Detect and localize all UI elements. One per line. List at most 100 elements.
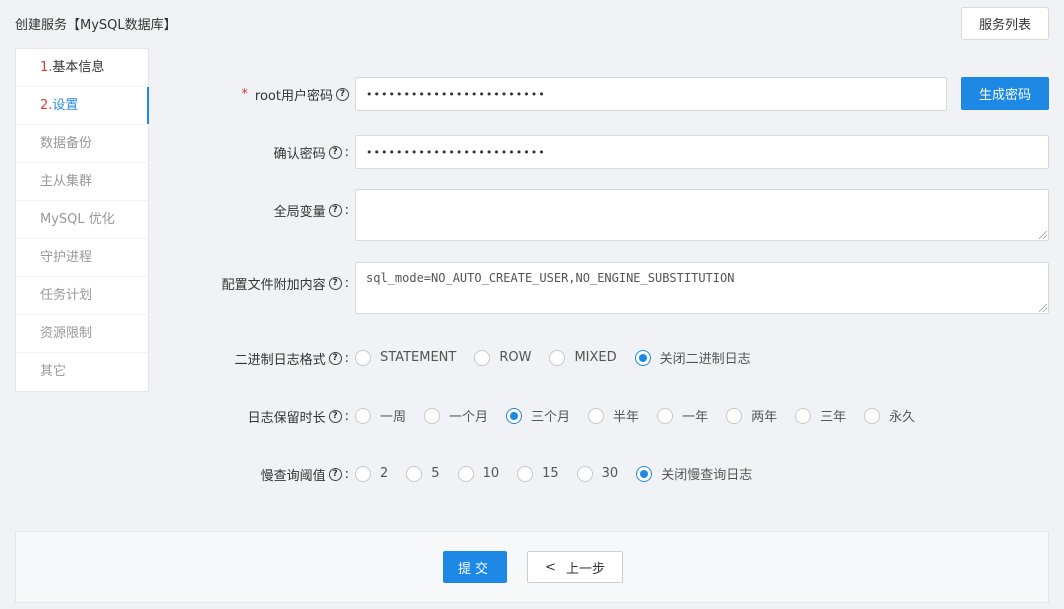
slow-query-row: 慢查询阈值?: 2 5 10 15 30 关闭慢查询日志 (150, 463, 1064, 484)
radio-one-month[interactable]: 一个月 (424, 406, 488, 425)
help-icon[interactable]: ? (328, 277, 342, 290)
generate-password-button[interactable]: 生成密码 (961, 77, 1049, 110)
help-icon[interactable]: ? (328, 352, 342, 365)
radio-three-years[interactable]: 三年 (795, 406, 846, 425)
radio-circle (864, 407, 881, 424)
radio-row[interactable]: ROW (474, 349, 531, 366)
sidebar-item-cluster[interactable]: 主从集群 (16, 163, 148, 201)
label-colon: : (344, 203, 349, 218)
sidebar-item-daemon[interactable]: 守护进程 (16, 239, 148, 277)
global-vars-row: 全局变量?: (150, 189, 1064, 241)
radio-2[interactable]: 2 (355, 465, 388, 482)
radio-label: 三个月 (531, 410, 571, 425)
radio-circle (474, 349, 491, 366)
radio-label: 5 (431, 466, 440, 481)
radio-one-week[interactable]: 一周 (355, 406, 406, 425)
radio-circle (634, 349, 651, 366)
radio-three-months[interactable]: 三个月 (506, 406, 570, 425)
radio-label: 15 (542, 466, 559, 481)
radio-30[interactable]: 30 (576, 465, 619, 482)
radio-label: 半年 (613, 410, 640, 425)
radio-5[interactable]: 5 (406, 465, 440, 482)
config-append-label: 配置文件附加内容?: (222, 274, 349, 293)
slow-query-radios: 2 5 10 15 30 关闭慢查询日志 (355, 464, 770, 483)
radio-label: 一个月 (449, 410, 489, 425)
log-retention-row: 日志保留时长?: 一周 一个月 三个月 半年 一年 两年 三年 永久 (150, 405, 1064, 426)
radio-half-year[interactable]: 半年 (588, 406, 639, 425)
label-colon: : (344, 351, 349, 366)
sidebar-item-settings[interactable]: 2.设置 (16, 87, 149, 125)
binlog-format-radios: STATEMENT ROW MIXED 关闭二进制日志 (355, 348, 769, 367)
sidebar-item-label: MySQL 优化 (40, 212, 115, 227)
global-vars-textarea[interactable] (355, 189, 1049, 241)
confirm-password-input[interactable]: •••••••••••••••••••••••• (355, 135, 1049, 169)
radio-statement[interactable]: STATEMENT (355, 349, 456, 366)
radio-disable-binlog[interactable]: 关闭二进制日志 (634, 348, 751, 367)
radio-label: 永久 (889, 410, 916, 425)
sidebar-item-resource-limit[interactable]: 资源限制 (16, 315, 148, 353)
step-sidebar: 1.基本信息 2.设置 数据备份 主从集群 MySQL 优化 守护进程 任务计划… (15, 48, 149, 392)
sidebar-item-basic-info[interactable]: 1.基本信息 (16, 49, 148, 87)
radio-mixed[interactable]: MIXED (549, 349, 617, 366)
radio-circle (517, 465, 534, 482)
radio-circle (576, 465, 593, 482)
log-retention-radios: 一周 一个月 三个月 半年 一年 两年 三年 永久 (355, 406, 933, 425)
label-colon: : (344, 145, 349, 160)
password-mask: •••••••••••••••••••••••• (366, 145, 546, 159)
radio-15[interactable]: 15 (517, 465, 559, 482)
radio-circle (457, 465, 474, 482)
radio-label: 关闭慢查询日志 (661, 468, 753, 483)
log-retention-label: 日志保留时长?: (248, 407, 349, 426)
step-number: 1. (40, 60, 53, 75)
help-icon[interactable]: ? (328, 204, 342, 217)
sidebar-item-other[interactable]: 其它 (16, 353, 148, 391)
radio-label: 30 (601, 466, 619, 481)
label-text: 配置文件附加内容 (221, 278, 326, 293)
radio-circle (406, 465, 423, 482)
radio-circle (424, 407, 441, 424)
radio-forever[interactable]: 永久 (864, 406, 915, 425)
resize-handle-icon[interactable] (1039, 304, 1047, 312)
label-colon: : (344, 409, 349, 424)
radio-label: 两年 (751, 410, 778, 425)
submit-button[interactable]: 提交 (443, 551, 507, 583)
config-append-textarea[interactable]: sql_mode=NO_AUTO_CREATE_USER,NO_ENGINE_S… (355, 262, 1049, 314)
service-list-button[interactable]: 服务列表 (961, 7, 1049, 40)
radio-10[interactable]: 10 (457, 465, 499, 482)
label-text: 全局变量 (273, 205, 326, 220)
radio-label: 一周 (380, 410, 407, 425)
previous-step-label: 上一步 (565, 561, 605, 577)
radio-circle (355, 465, 371, 482)
label-text: root用户密码 (254, 89, 333, 104)
radio-disable-slow-log[interactable]: 关闭慢查询日志 (636, 464, 752, 483)
slow-query-label: 慢查询阈值?: (261, 465, 349, 484)
sidebar-item-cron[interactable]: 任务计划 (16, 277, 148, 315)
password-mask: •••••••••••••••••••••••• (366, 87, 546, 101)
required-mark: * (241, 87, 248, 102)
sidebar-item-label: 其它 (40, 364, 67, 379)
root-password-input[interactable]: •••••••••••••••••••••••• (355, 77, 947, 111)
step-number: 2. (40, 98, 53, 113)
sidebar-item-optimize[interactable]: MySQL 优化 (16, 201, 148, 239)
global-vars-label: 全局变量?: (274, 201, 349, 220)
label-text: 慢查询阈值 (260, 469, 326, 484)
help-icon[interactable]: ? (328, 468, 342, 481)
radio-two-years[interactable]: 两年 (726, 406, 777, 425)
sidebar-item-label: 守护进程 (40, 250, 93, 265)
radio-circle (355, 407, 371, 424)
sidebar-item-label: 数据备份 (40, 136, 93, 151)
help-icon[interactable]: ? (328, 410, 342, 423)
sidebar-item-label: 资源限制 (40, 326, 93, 341)
resize-handle-icon[interactable] (1039, 231, 1047, 239)
help-icon[interactable]: ? (336, 88, 349, 101)
label-colon: : (344, 467, 349, 482)
binlog-format-label: 二进制日志格式?: (235, 349, 349, 368)
sidebar-item-backup[interactable]: 数据备份 (16, 125, 148, 163)
confirm-password-row: 确认密码?: •••••••••••••••••••••••• (150, 135, 1064, 169)
config-append-row: 配置文件附加内容?: sql_mode=NO_AUTO_CREATE_USER,… (150, 262, 1064, 314)
help-icon[interactable]: ? (328, 146, 342, 159)
previous-step-button[interactable]: < 上一步 (527, 551, 623, 583)
radio-label: MIXED (574, 350, 617, 365)
label-text: 确认密码 (273, 147, 326, 162)
radio-one-year[interactable]: 一年 (657, 406, 708, 425)
